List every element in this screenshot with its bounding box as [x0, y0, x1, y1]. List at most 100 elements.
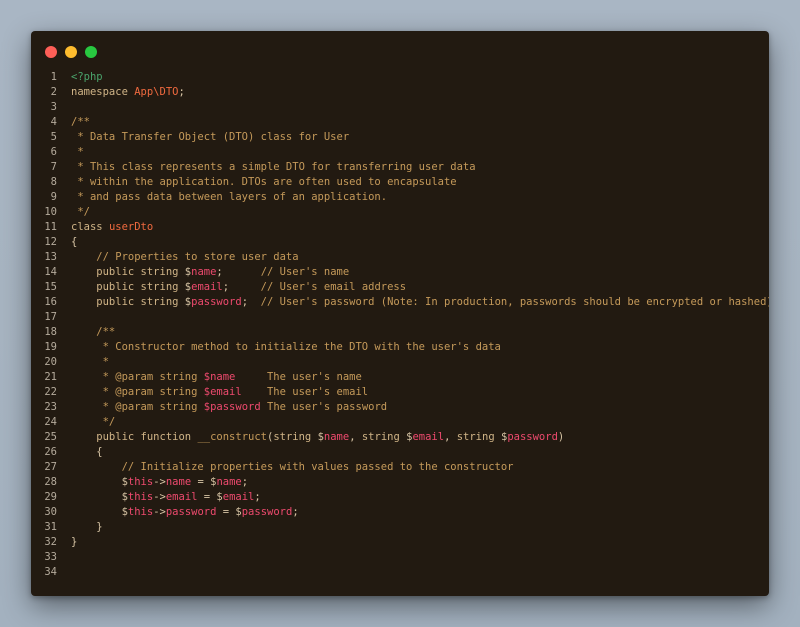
- code-token: ;: [254, 491, 261, 503]
- code-token: // Properties to store user data: [71, 251, 299, 263]
- code-token: * @param string: [71, 371, 204, 383]
- code-line: 29 $this->email = $email;: [31, 490, 769, 505]
- code-token: name: [191, 266, 217, 278]
- code-text: $this->email = $email;: [71, 490, 261, 505]
- code-text: // Initialize properties with values pas…: [71, 460, 514, 475]
- code-text: {: [71, 235, 77, 250]
- code-token: ): [557, 431, 565, 443]
- code-token: password: [165, 506, 217, 518]
- line-number: 2: [50, 86, 57, 98]
- line-number: 27: [44, 461, 57, 473]
- code-token: ,: [349, 431, 362, 443]
- code-token: email: [191, 281, 223, 293]
- code-line: 8 * within the application. DTOs are oft…: [31, 175, 769, 190]
- line-number: 1: [50, 71, 57, 83]
- code-line: 28 $this->name = $name;: [31, 475, 769, 490]
- line-number: 22: [44, 386, 57, 398]
- code-line: 31 }: [31, 520, 769, 535]
- code-token: $: [71, 476, 128, 488]
- line-number: 16: [44, 296, 57, 308]
- line-number: 11: [44, 221, 57, 233]
- code-token: ;: [292, 506, 299, 518]
- code-token: name: [323, 431, 350, 443]
- code-line: 34: [31, 565, 769, 580]
- code-text: public function __construct(string $name…: [71, 430, 564, 445]
- code-editor[interactable]: 1 <?php 2 namespace App\DTO; 3 4/** 5 * Data T…: [31, 70, 769, 580]
- line-number: 17: [44, 311, 57, 323]
- code-line: 33: [31, 550, 769, 565]
- code-line: 25 public function __construct(string $n…: [31, 430, 769, 445]
- code-line: 3: [31, 100, 769, 115]
- line-number: 8: [50, 176, 57, 188]
- code-token: ;: [222, 281, 261, 293]
- code-token: The user's password: [260, 401, 388, 413]
- code-token: = $: [197, 491, 223, 503]
- code-text: /**: [71, 325, 115, 340]
- code-line: 16 public string $password; // User's pa…: [31, 295, 769, 310]
- code-line: 27 // Initialize properties with values …: [31, 460, 769, 475]
- code-line: 32}: [31, 535, 769, 550]
- code-token: namespace: [71, 86, 135, 98]
- code-line: 19 * Constructor method to initialize th…: [31, 340, 769, 355]
- code-text: * @param string $email The user's email: [71, 385, 369, 400]
- line-number: 23: [44, 401, 57, 413]
- close-window-button[interactable]: [45, 46, 57, 58]
- code-token: {: [71, 236, 78, 248]
- code-line: 20 *: [31, 355, 769, 370]
- code-token: * @param string: [71, 386, 204, 398]
- code-line: 11 class userDto: [31, 220, 769, 235]
- maximize-window-button[interactable]: [85, 46, 97, 58]
- line-number: 32: [44, 536, 57, 548]
- code-text: * and pass data between layers of an app…: [71, 190, 387, 205]
- code-text: */: [71, 205, 90, 220]
- code-text: * Constructor method to initialize the D…: [71, 340, 501, 355]
- code-token: public string: [71, 296, 185, 308]
- code-token: ->: [153, 506, 166, 518]
- code-line: 23 * @param string $password The user's …: [31, 400, 769, 415]
- code-token: public string: [71, 266, 185, 278]
- line-number: 30: [44, 506, 57, 518]
- code-text: *: [71, 145, 83, 160]
- line-number: 20: [44, 356, 57, 368]
- code-text: public string $password; // User's passw…: [71, 295, 769, 310]
- line-number: 15: [44, 281, 57, 293]
- code-token: email: [412, 431, 445, 443]
- code-text: // Properties to store user data: [71, 250, 299, 265]
- line-number: 25: [44, 431, 57, 443]
- code-token: The user's email: [241, 386, 369, 398]
- code-token: $password: [203, 401, 261, 413]
- line-number: 6: [50, 146, 57, 158]
- code-token: = $: [191, 476, 217, 488]
- code-text: * @param string $name The user's name: [71, 370, 362, 385]
- code-text: * Data Transfer Object (DTO) class for U…: [71, 130, 349, 145]
- minimize-window-button[interactable]: [65, 46, 77, 58]
- line-number: 33: [44, 551, 57, 563]
- line-number: 4: [50, 116, 57, 128]
- code-token: this: [127, 476, 154, 488]
- line-number: 10: [44, 206, 57, 218]
- code-token: }: [71, 521, 103, 533]
- code-token: ;: [241, 476, 249, 488]
- code-line: 13 // Properties to store user data: [31, 250, 769, 265]
- code-text: }: [71, 535, 77, 550]
- code-text: namespace App\DTO;: [71, 85, 185, 100]
- code-token: // Initialize properties with values pas…: [71, 461, 514, 473]
- code-text: /**: [71, 115, 90, 130]
- code-text: */: [71, 415, 116, 430]
- line-number: 29: [44, 491, 57, 503]
- code-token: * and pass data between layers of an app…: [71, 191, 388, 203]
- code-token: */: [71, 206, 90, 218]
- code-token: this: [127, 491, 154, 503]
- code-line: 7 * This class represents a simple DTO f…: [31, 160, 769, 175]
- code-token: public string: [71, 281, 185, 293]
- window-titlebar: [31, 31, 769, 73]
- code-token: The user's name: [235, 371, 362, 383]
- code-token: /**: [71, 116, 90, 128]
- code-token: App\DTO: [134, 86, 179, 98]
- code-text: {: [71, 445, 102, 460]
- code-token: password: [241, 506, 293, 518]
- code-line: 22 * @param string $email The user's ema…: [31, 385, 769, 400]
- code-line: 17: [31, 310, 769, 325]
- line-number: 3: [50, 101, 57, 113]
- code-token: * within the application. DTOs are often…: [71, 176, 457, 188]
